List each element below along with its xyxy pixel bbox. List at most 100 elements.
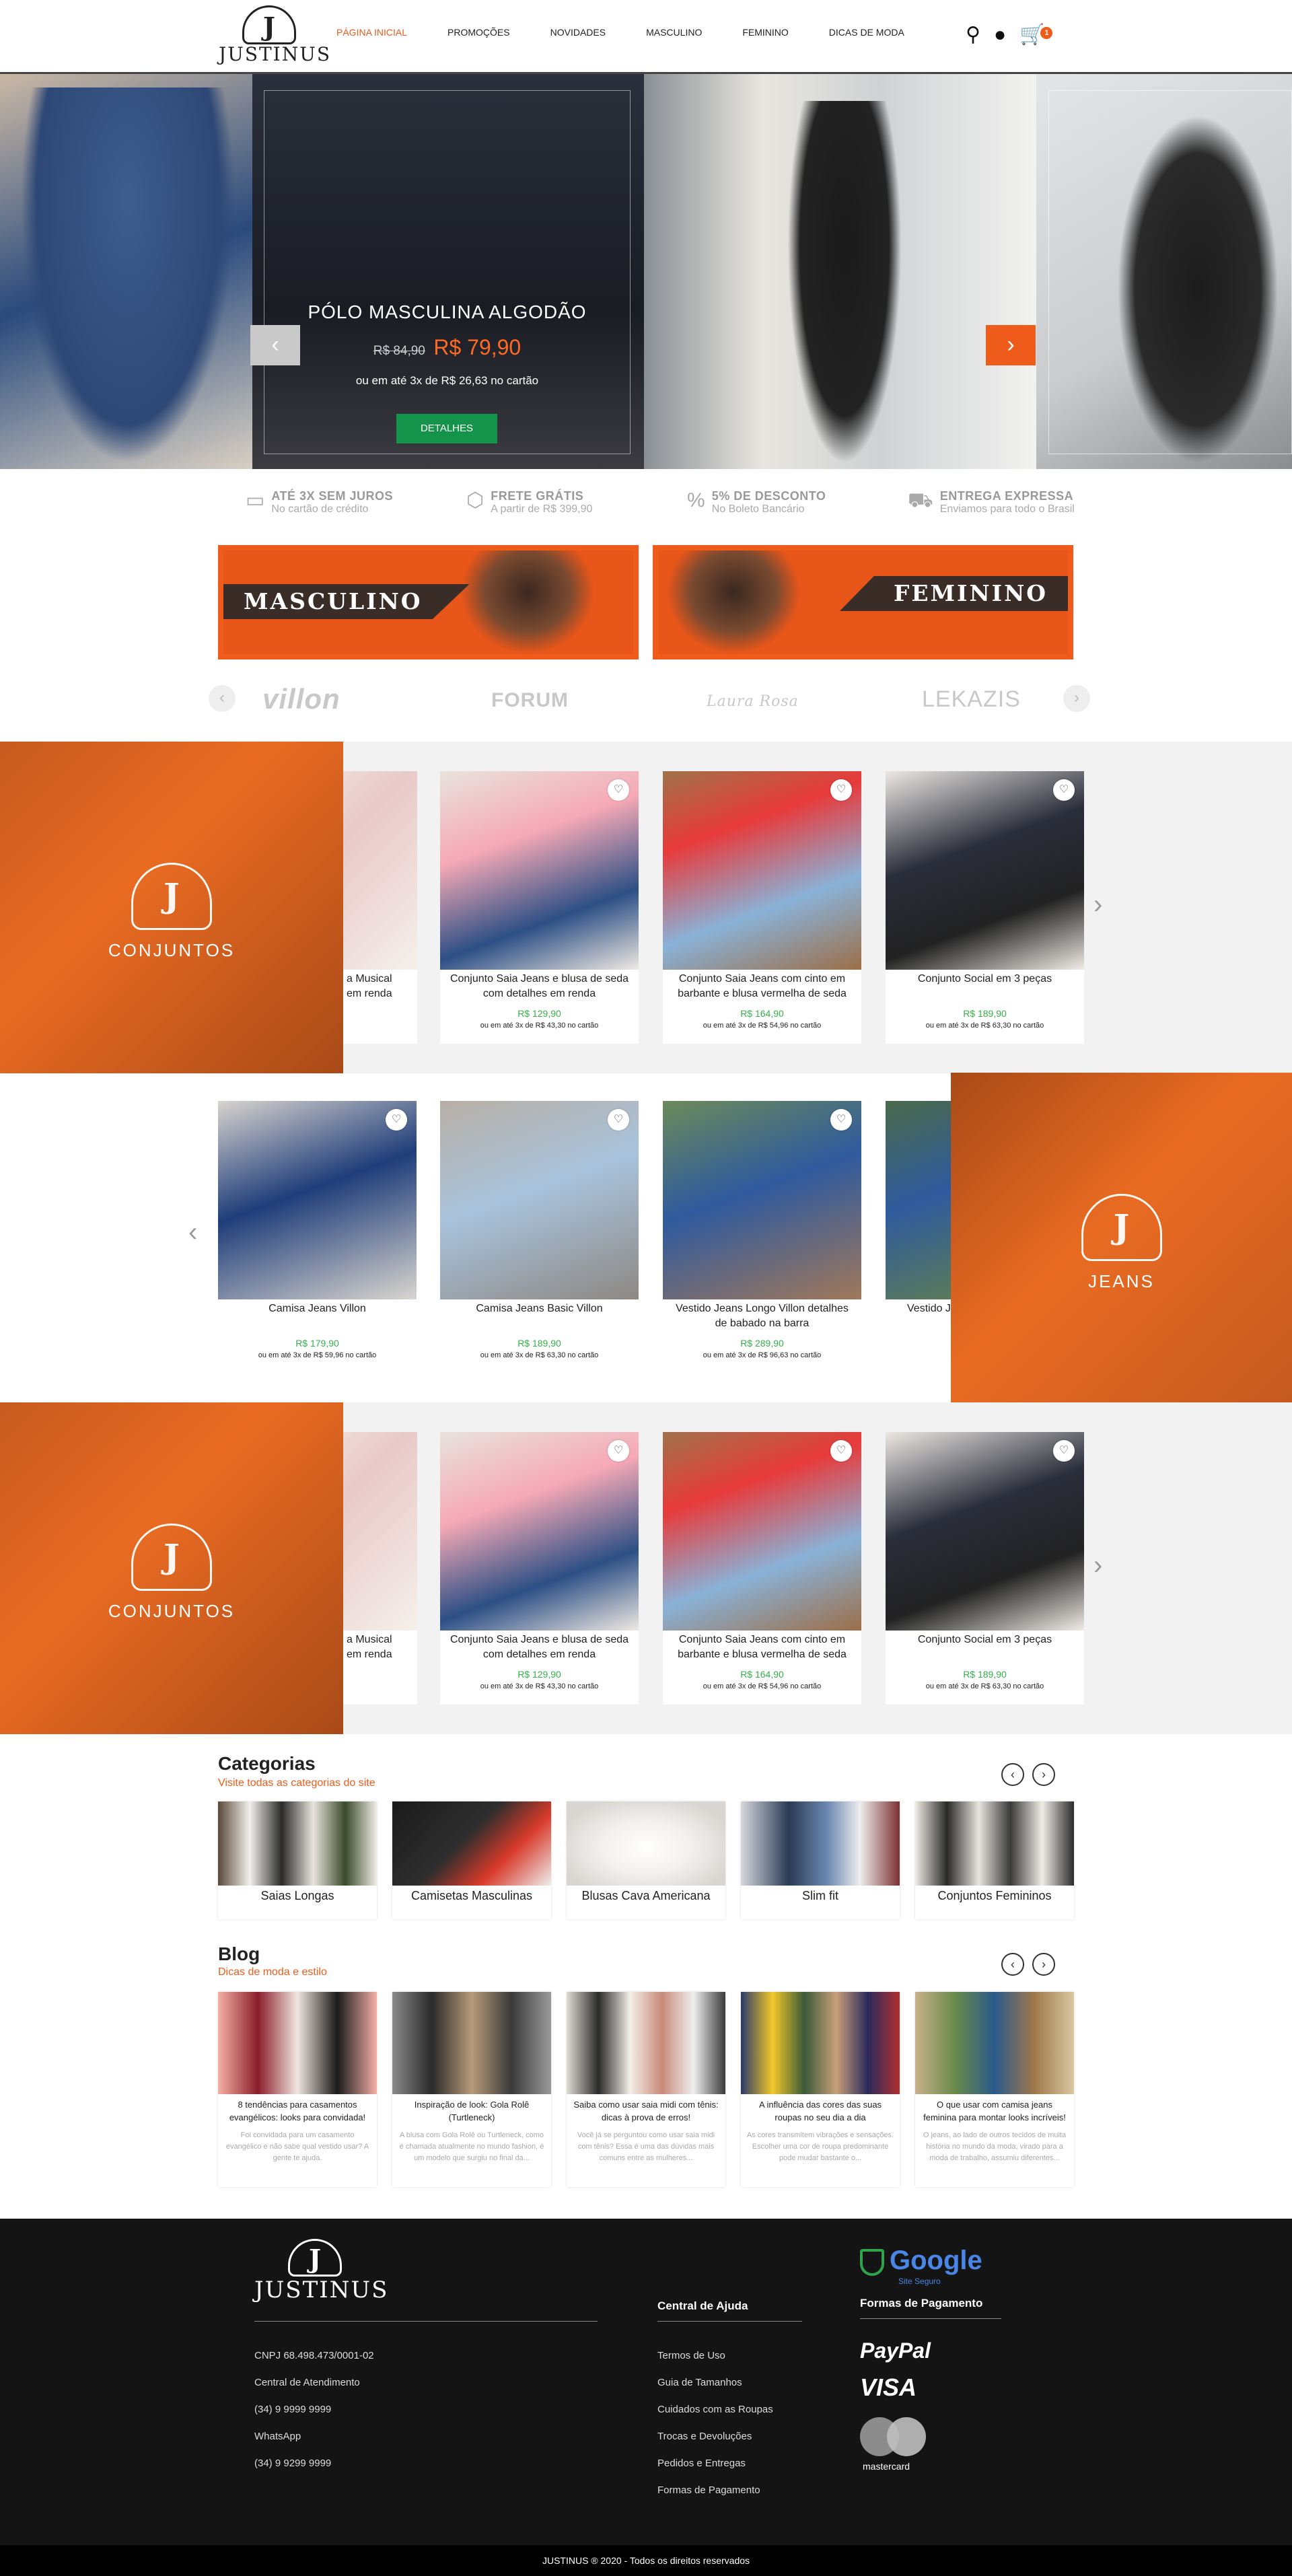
blog-next-button[interactable]: › xyxy=(1032,1953,1055,1976)
product-price: R$ 179,90 xyxy=(295,1338,339,1349)
product-name: Camisa Jeans Basic Villon xyxy=(476,1303,603,1314)
benefit-title: FRETE GRÁTIS xyxy=(491,489,584,503)
nav-promocoes[interactable]: PROMOÇÕES xyxy=(447,27,510,38)
heart-icon[interactable]: ♡ xyxy=(608,779,629,801)
hero-slide-frame-2 xyxy=(1048,90,1292,454)
brand-forum[interactable]: FORUM xyxy=(491,689,569,712)
section-banner-jeans[interactable]: JEANS xyxy=(951,1073,1292,1404)
brands-carousel: ‹ villon FORUM Laura Rosa LEKAZIS › xyxy=(209,680,1090,720)
heart-icon[interactable]: ♡ xyxy=(830,779,852,801)
hero-prev-button[interactable]: ‹ xyxy=(250,325,300,365)
nav-feminino[interactable]: FEMININO xyxy=(742,27,788,38)
blog-card[interactable]: 8 tendências para casamentos evangélicos… xyxy=(218,1992,377,2187)
nav-home[interactable]: PÁGINA INICIAL xyxy=(336,27,407,38)
site-footer: JUSTINUS CNPJ 68.498.473/0001-02 Central… xyxy=(0,2219,1292,2545)
blog-card[interactable]: A influência das cores das suas roupas n… xyxy=(741,1992,900,2187)
product-card[interactable]: ♡ Conjunto Saia Jeans e blusa de seda co… xyxy=(440,1432,639,1705)
help-link[interactable]: Guia de Tamanhos xyxy=(657,2377,742,2388)
section-banner-conjuntos[interactable]: CONJUNTOS xyxy=(0,1402,343,1734)
blog-image xyxy=(218,1992,377,2094)
payment-title: Formas de Pagamento xyxy=(860,2297,983,2310)
heart-icon[interactable]: ♡ xyxy=(1053,1440,1075,1462)
brands-next-button[interactable]: › xyxy=(1063,685,1090,712)
chevron-right-icon[interactable]: › xyxy=(1093,890,1102,920)
product-card[interactable]: ♡ Vestido Jeans Longo Villon detalhes de… xyxy=(663,1101,861,1373)
product-name: Conjunto Saia Jeans e blusa de seda com … xyxy=(450,1634,629,1660)
site-header: JUSTINUS PÁGINA INICIAL PROMOÇÕES NOVIDA… xyxy=(0,0,1292,74)
heart-icon[interactable]: ♡ xyxy=(1053,779,1075,801)
section-banner-conjuntos[interactable]: CONJUNTOS xyxy=(0,742,343,1073)
category-card[interactable]: Blusas Cava Americana xyxy=(567,1801,725,1919)
chevron-right-icon[interactable]: › xyxy=(1093,1550,1102,1581)
hero-next-button[interactable]: › xyxy=(986,325,1036,365)
blog-title: Blog xyxy=(218,1943,260,1964)
help-link[interactable]: Trocas e Devoluções xyxy=(657,2431,752,2442)
heart-icon[interactable]: ♡ xyxy=(830,1109,852,1131)
divider xyxy=(860,2318,1001,2319)
footer-whatsapp[interactable]: (34) 9 9299 9999 xyxy=(254,2458,331,2469)
hero-details-button[interactable]: DETALHES xyxy=(396,414,497,443)
benefit-title: 5% DE DESCONTO xyxy=(711,489,826,503)
product-card[interactable]: ♡ Conjunto Saia Jeans com cinto em barba… xyxy=(663,771,861,1044)
blog-post-excerpt: A blusa com Gola Rolê ou Turtleneck, com… xyxy=(399,2131,544,2162)
benefit-sub: No Boleto Bancário xyxy=(711,503,805,515)
user-icon[interactable]: ● xyxy=(994,24,1006,46)
blog-post-excerpt: Você já se perguntou como usar saia midi… xyxy=(577,2131,715,2162)
brand-villon[interactable]: villon xyxy=(262,683,340,715)
crest-icon xyxy=(131,863,212,930)
product-image xyxy=(440,771,639,970)
logo[interactable]: JUSTINUS xyxy=(219,5,330,66)
brand-laura-rosa[interactable]: Laura Rosa xyxy=(707,693,799,710)
category-card[interactable]: Camisetas Masculinas xyxy=(392,1801,551,1919)
blog-card[interactable]: Saiba como usar saia midi com tênis: dic… xyxy=(567,1992,725,2187)
help-link[interactable]: Cuidados com as Roupas xyxy=(657,2404,773,2415)
product-card[interactable]: ♡ Conjunto Saia Jeans com cinto em barba… xyxy=(663,1432,861,1705)
blog-card[interactable]: O que usar com camisa jeans feminina par… xyxy=(915,1992,1074,2187)
heart-icon[interactable]: ♡ xyxy=(608,1440,629,1462)
product-image xyxy=(440,1101,639,1299)
brand-lekazis[interactable]: LEKAZIS xyxy=(922,686,1021,713)
footer-phone[interactable]: (34) 9 9999 9999 xyxy=(254,2404,331,2415)
chevron-left-icon[interactable]: ‹ xyxy=(188,1217,197,1248)
hero-figure-1 xyxy=(20,87,236,464)
banner-feminino[interactable]: FEMININO xyxy=(653,545,1073,659)
blog-post-title: O que usar com camisa jeans feminina par… xyxy=(923,2100,1066,2122)
search-icon[interactable]: ⚲ xyxy=(966,23,980,46)
footer-logo[interactable]: JUSTINUS xyxy=(254,2239,387,2303)
product-card[interactable]: ♡ Camisa Jeans Basic Villon R$ 189,90 ou… xyxy=(440,1101,639,1373)
help-link[interactable]: Pedidos e Entregas xyxy=(657,2458,746,2469)
cart-icon[interactable]: 🛒 1 xyxy=(1019,23,1053,46)
brands-prev-button[interactable]: ‹ xyxy=(209,685,236,712)
product-card[interactable]: ♡ Conjunto Social em 3 peças R$ 189,90 o… xyxy=(886,1432,1084,1705)
box-icon: ⬡ xyxy=(466,489,485,511)
category-image xyxy=(915,1801,1074,1886)
product-card[interactable]: ♡ Camisa Jeans Villon R$ 179,90 ou em at… xyxy=(218,1101,417,1373)
help-link[interactable]: Formas de Pagamento xyxy=(657,2484,760,2496)
categorias-prev-button[interactable]: ‹ xyxy=(1001,1763,1024,1786)
heart-icon[interactable]: ♡ xyxy=(830,1440,852,1462)
nav-novidades[interactable]: NOVIDADES xyxy=(550,27,606,38)
product-card-partial[interactable]: Vestido Je xyxy=(886,1101,957,1373)
blog-post-excerpt: Foi convidada para um casamento evangéli… xyxy=(225,2131,369,2162)
heart-icon[interactable]: ♡ xyxy=(386,1109,407,1131)
category-card[interactable]: Conjuntos Femininos xyxy=(915,1801,1074,1919)
product-name: Conjunto Social em 3 peças xyxy=(917,1634,1052,1645)
blog-prev-button[interactable]: ‹ xyxy=(1001,1953,1024,1976)
category-label: Saias Longas xyxy=(260,1889,334,1902)
product-card[interactable]: ♡ Conjunto Social em 3 peças R$ 189,90 o… xyxy=(886,771,1084,1044)
shield-check-icon xyxy=(860,2249,884,2276)
blog-card[interactable]: Inspiração de look: Gola Rolê (Turtlenec… xyxy=(392,1992,551,2187)
product-installments: ou em até 3x de R$ 63,30 no cartão xyxy=(925,1682,1044,1690)
categorias-next-button[interactable]: › xyxy=(1032,1763,1055,1786)
truck-icon: ⛟ xyxy=(908,489,933,511)
banner-people-image xyxy=(460,550,595,654)
product-card[interactable]: ♡ Conjunto Saia Jeans e blusa de seda co… xyxy=(440,771,639,1044)
category-card[interactable]: Slim fit xyxy=(741,1801,900,1919)
banner-masculino[interactable]: MASCULINO xyxy=(218,545,639,659)
category-card[interactable]: Saias Longas xyxy=(218,1801,377,1919)
paypal-logo: PayPal xyxy=(860,2338,931,2363)
nav-masculino[interactable]: MASCULINO xyxy=(646,27,702,38)
heart-icon[interactable]: ♡ xyxy=(608,1109,629,1131)
help-link[interactable]: Termos de Uso xyxy=(657,2350,725,2361)
nav-dicas[interactable]: DICAS DE MODA xyxy=(829,27,904,38)
